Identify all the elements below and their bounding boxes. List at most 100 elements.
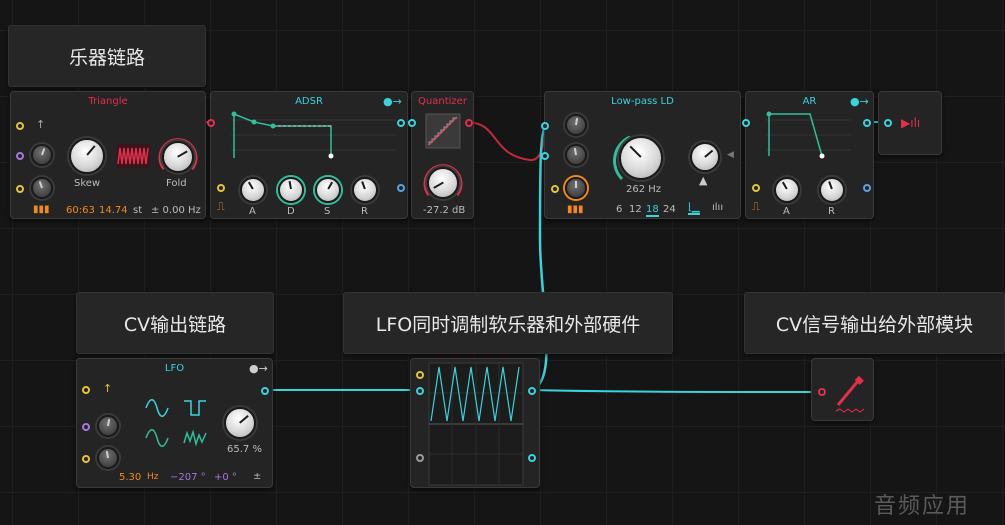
- emphasis-icon: ▲: [699, 174, 708, 187]
- gain-value: -27.2 dB: [423, 205, 466, 216]
- quantizer-module[interactable]: Quantizer -27.2 dB: [408, 91, 474, 219]
- input-port[interactable]: [408, 119, 416, 127]
- decay-label: D: [287, 206, 295, 217]
- skew-knob[interactable]: [69, 138, 105, 174]
- keytrack-knob[interactable]: [565, 177, 587, 199]
- output-port[interactable]: [397, 184, 405, 192]
- output-port[interactable]: [528, 387, 536, 395]
- lowpass-module[interactable]: Low-pass LD ▮▮▮ 262 Hz ◀ ▲ 6 12 18 24 ⌊▁…: [541, 91, 741, 219]
- output-port[interactable]: [261, 387, 269, 395]
- decay-knob[interactable]: [278, 177, 304, 203]
- lowpass-mode-icon[interactable]: ılıı: [712, 202, 723, 213]
- input-port[interactable]: [16, 122, 24, 130]
- input-port[interactable]: [818, 388, 826, 396]
- output-arrow-icon: ●→: [249, 362, 268, 375]
- rate-unit: Hz: [147, 472, 159, 482]
- attack-knob[interactable]: [240, 177, 266, 203]
- cv-cable-jack-icon: [835, 375, 865, 413]
- gate-icon: ⎍: [217, 200, 225, 213]
- input-port[interactable]: [16, 185, 24, 193]
- output-arrow-icon: ●→: [383, 95, 402, 108]
- phase-value: −207 °: [170, 472, 206, 483]
- attack-label: A: [783, 206, 790, 217]
- input-port[interactable]: [82, 423, 90, 431]
- input-port[interactable]: [217, 184, 225, 192]
- bipolar-toggle[interactable]: ±: [253, 471, 261, 482]
- output-port[interactable]: [863, 184, 871, 192]
- square-wave-icon[interactable]: [183, 399, 207, 417]
- mod-knob[interactable]: [565, 144, 587, 166]
- input-port[interactable]: [416, 387, 424, 395]
- ar-envelope-display: [766, 111, 851, 159]
- pole-option[interactable]: 6: [616, 204, 622, 215]
- label-text: LFO同时调制软乐器和外部硬件: [375, 313, 641, 336]
- freq-offset: ± 0.00 Hz: [151, 205, 201, 216]
- output-port[interactable]: [863, 119, 871, 127]
- random-wave-icon[interactable]: [183, 429, 207, 447]
- input-port[interactable]: [884, 119, 892, 127]
- keyboard-icon: ▮▮▮: [567, 204, 584, 215]
- release-label: R: [361, 206, 368, 217]
- amount-knob[interactable]: [224, 407, 256, 439]
- sustain-knob[interactable]: [315, 177, 341, 203]
- input-port[interactable]: [16, 152, 24, 160]
- release-knob[interactable]: [352, 177, 378, 203]
- pole-option[interactable]: 24: [663, 204, 676, 215]
- pole-option-selected[interactable]: 18: [646, 204, 659, 217]
- cv-out-module[interactable]: [811, 358, 874, 421]
- fold-knob[interactable]: [162, 141, 194, 173]
- input-port[interactable]: [541, 152, 549, 160]
- lowpass-shape-icon[interactable]: ⌊▁: [688, 202, 700, 215]
- triangle-module[interactable]: Triangle ↑ Skew Fold ▮▮▮ 60:63 14.74 st …: [10, 91, 206, 219]
- offset-value: +0 °: [214, 472, 237, 483]
- fold-label: Fold: [166, 178, 187, 189]
- label-cv-chain: CV输出链路: [76, 292, 274, 354]
- mod-knob[interactable]: [97, 415, 119, 437]
- lfo-module[interactable]: LFO ●→ ↑ 65.7 % 5.30 Hz −207 ° +0 ° ±: [76, 358, 273, 488]
- attack-label: A: [249, 206, 256, 217]
- input-port[interactable]: [752, 184, 760, 192]
- sine-wave-icon[interactable]: [145, 399, 169, 417]
- output-port[interactable]: [465, 119, 473, 127]
- pitch-arrow-icon: ↑: [36, 118, 46, 131]
- attack-knob[interactable]: [774, 177, 800, 203]
- rate-value: 5.30: [119, 472, 142, 483]
- input-port[interactable]: [551, 185, 559, 193]
- input-port[interactable]: [416, 454, 424, 462]
- pitch-arrow-icon: ↑: [103, 382, 113, 395]
- mod-knob[interactable]: [31, 144, 53, 166]
- mod-knob[interactable]: [97, 447, 119, 469]
- audio-out-module[interactable]: ▶ılı: [878, 91, 942, 155]
- mod-knob[interactable]: [565, 114, 587, 136]
- gate-input-port[interactable]: [207, 119, 215, 127]
- gain-knob[interactable]: [427, 167, 459, 199]
- release-knob[interactable]: [819, 177, 845, 203]
- output-port[interactable]: [528, 454, 536, 462]
- cable-scope-cvout: [529, 389, 821, 393]
- input-port[interactable]: [82, 455, 90, 463]
- mod-knob[interactable]: [31, 177, 53, 199]
- ar-module[interactable]: AR ●→ ⎍ A R: [742, 91, 874, 219]
- pole-option[interactable]: 12: [629, 204, 642, 215]
- sine-wave-alt-icon[interactable]: [145, 429, 169, 447]
- module-title: LFO: [164, 363, 185, 374]
- module-title: Low-pass LD: [611, 96, 674, 107]
- label-cv-signal-out: CV信号输出给外部模块: [744, 292, 1005, 354]
- audio-output-icon: ▶ılı: [901, 116, 921, 130]
- cutoff-knob[interactable]: [619, 136, 663, 180]
- semitones-value: 14.74: [99, 205, 128, 216]
- gate-icon: ⎍: [752, 200, 760, 213]
- scope-module[interactable]: [410, 358, 540, 488]
- resonance-knob[interactable]: [690, 142, 720, 172]
- output-port[interactable]: [397, 119, 405, 127]
- keyboard-icon: ▮▮▮: [33, 204, 50, 215]
- adsr-module[interactable]: ADSR ●→ ⎍ A D S R: [207, 91, 408, 219]
- input-port[interactable]: [416, 371, 424, 379]
- input-port[interactable]: [541, 122, 549, 130]
- module-title: Triangle: [88, 96, 128, 107]
- gate-input-port[interactable]: [742, 119, 750, 127]
- input-port[interactable]: [82, 386, 90, 394]
- label-lfo-modulates: LFO同时调制软乐器和外部硬件: [343, 292, 673, 354]
- skew-label: Skew: [74, 178, 101, 189]
- amount-value: 65.7 %: [227, 444, 262, 455]
